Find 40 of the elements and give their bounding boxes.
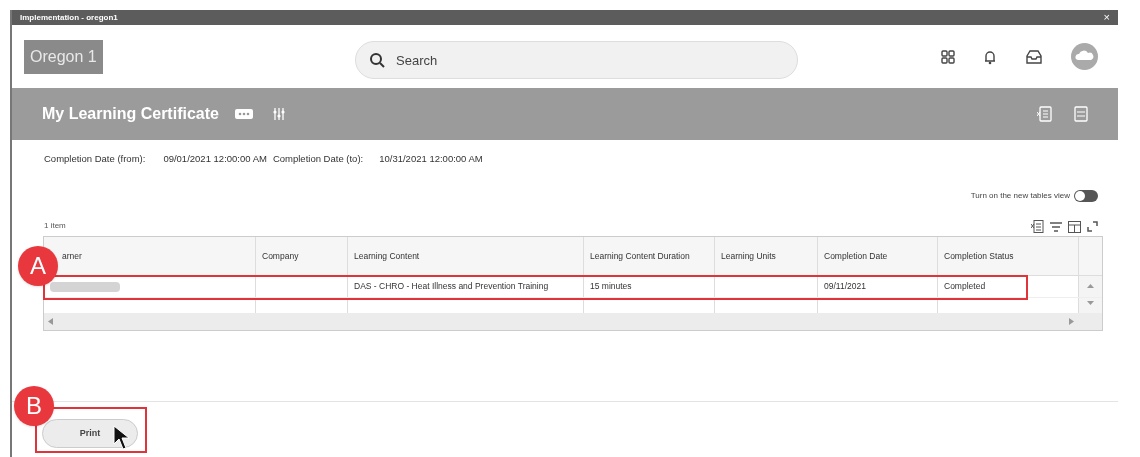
table-cell: Completed (944, 280, 986, 294)
column-header: arner (62, 249, 82, 263)
avatar-icon[interactable] (1071, 43, 1098, 70)
column-header: Learning Content Duration (590, 249, 690, 263)
scroll-up-icon[interactable] (1087, 284, 1094, 288)
search-field[interactable]: Search (355, 41, 798, 79)
scroll-right-icon[interactable] (1069, 318, 1074, 326)
item-count: 1 item (44, 220, 66, 233)
search-icon (369, 52, 385, 68)
toggle-label: Turn on the new tables view (970, 190, 1070, 203)
more-icon[interactable] (234, 109, 253, 119)
column-header: Company (262, 249, 299, 263)
column-header: Completion Status (944, 249, 1014, 263)
page-title: My Learning Certificate (42, 104, 219, 124)
table-cell: 09/11/2021 (824, 280, 866, 294)
table-cell: 15 minutes (590, 280, 632, 294)
sliders-icon[interactable] (272, 107, 285, 121)
grid-icon[interactable] (941, 49, 955, 64)
filter-value: 10/31/2021 12:00:00 AM (379, 152, 483, 166)
toggle-switch[interactable] (1074, 190, 1098, 203)
pdf-export-icon[interactable] (1074, 106, 1088, 122)
columns-icon[interactable] (1068, 220, 1081, 233)
filter-icon[interactable] (1050, 220, 1062, 233)
filter-label: Completion Date (to): (272, 152, 364, 166)
horizontal-scrollbar[interactable] (44, 313, 1102, 331)
window-title: Implementation - oregon1 (20, 11, 118, 24)
filter-label: Completion Date (from): (44, 152, 146, 166)
expand-icon[interactable] (1087, 221, 1098, 233)
excel-export-icon[interactable] (1031, 220, 1044, 234)
filter-value: 09/01/2021 12:00:00 AM (163, 152, 267, 166)
column-header: Learning Units (721, 249, 776, 263)
inbox-icon[interactable] (1025, 49, 1043, 64)
scroll-down-icon[interactable] (1087, 301, 1094, 305)
scroll-left-icon[interactable] (48, 318, 53, 326)
cursor-icon (113, 425, 131, 451)
column-header: Completion Date (824, 249, 888, 263)
close-button[interactable]: × (1103, 12, 1110, 23)
column-header: Learning Content (354, 249, 420, 263)
table-cell: DAS - CHRO - Heat Illness and Prevention Training (354, 280, 549, 294)
bell-icon[interactable] (983, 48, 997, 65)
